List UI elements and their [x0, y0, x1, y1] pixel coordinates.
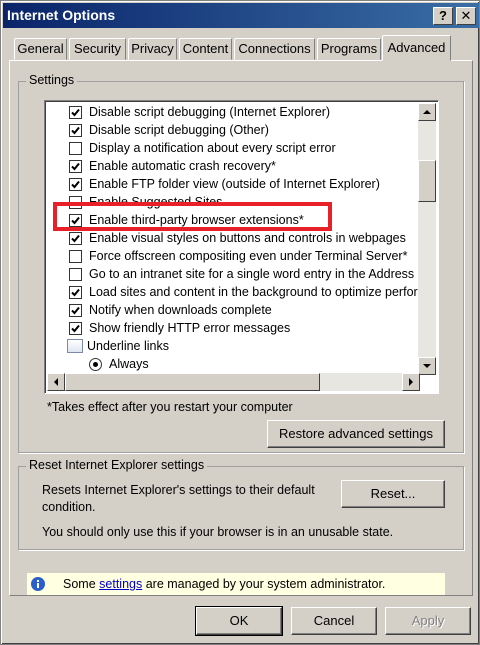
help-button[interactable]: ?: [433, 7, 453, 25]
title-bar[interactable]: Internet Options ? ✕: [3, 3, 479, 28]
info-text-before: Some: [63, 577, 100, 591]
setting-label: Enable Suggested Sites: [89, 195, 223, 209]
arrow-up-icon: [423, 110, 431, 114]
arrow-right-icon: [409, 378, 413, 386]
checkbox-icon[interactable]: [69, 268, 82, 281]
setting-label: Enable FTP folder view (outside of Inter…: [89, 177, 380, 191]
setting-label: Display a notification about every scrip…: [89, 141, 336, 155]
checked-checkbox-icon[interactable]: [69, 214, 82, 227]
setting-label: Always: [109, 357, 149, 371]
radio-selected-icon[interactable]: [89, 358, 102, 371]
cancel-button[interactable]: Cancel: [291, 607, 377, 635]
scroll-right-button[interactable]: [402, 373, 420, 391]
setting-label: Load sites and content in the background…: [89, 285, 420, 299]
horizontal-scrollbar[interactable]: [47, 373, 420, 391]
checked-checkbox-icon[interactable]: [69, 304, 82, 317]
restore-advanced-settings-button[interactable]: Restore advanced settings: [267, 420, 445, 448]
tab-connections[interactable]: Connections: [234, 38, 315, 60]
tab-general[interactable]: General: [14, 38, 67, 60]
admin-info-bar: Some settings are managed by your system…: [27, 573, 445, 595]
window-title: Internet Options: [7, 7, 116, 23]
reset-group-title: Reset Internet Explorer settings: [26, 458, 208, 472]
vertical-scrollbar[interactable]: [418, 103, 436, 375]
tab-advanced[interactable]: Advanced: [382, 35, 451, 61]
setting-label: Enable third-party browser extensions*: [89, 213, 304, 227]
checkbox-icon[interactable]: [69, 250, 82, 263]
apply-button[interactable]: Apply: [385, 607, 471, 635]
settings-group-title: Settings: [26, 73, 78, 87]
checked-checkbox-icon[interactable]: [69, 160, 82, 173]
checked-checkbox-icon[interactable]: [69, 286, 82, 299]
settings-link[interactable]: settings: [99, 577, 142, 591]
checked-checkbox-icon[interactable]: [69, 178, 82, 191]
tab-programs[interactable]: Programs: [317, 38, 381, 60]
info-icon: [31, 577, 45, 591]
info-text-after: are managed by your system administrator…: [142, 577, 386, 591]
setting-label: Show friendly HTTP error messages: [89, 321, 291, 335]
checked-checkbox-icon[interactable]: [69, 124, 82, 137]
reset-button[interactable]: Reset...: [341, 480, 445, 508]
checked-checkbox-icon[interactable]: [69, 232, 82, 245]
setting-label: Disable script debugging (Internet Explo…: [89, 105, 331, 119]
setting-label: Force offscreen compositing even under T…: [89, 249, 408, 263]
restart-note: *Takes effect after you restart your com…: [47, 400, 293, 414]
checkbox-icon[interactable]: [69, 142, 82, 155]
vertical-scroll-thumb[interactable]: [418, 160, 436, 202]
setting-label: Underline links: [87, 339, 169, 353]
setting-label: Enable automatic crash recovery*: [89, 159, 276, 173]
checkbox-icon[interactable]: [69, 196, 82, 209]
horizontal-scroll-thumb[interactable]: [65, 373, 320, 391]
reset-warning: You should only use this if your browser…: [42, 525, 394, 539]
setting-label: Disable script debugging (Other): [89, 123, 269, 137]
checked-checkbox-icon[interactable]: [69, 106, 82, 119]
close-button[interactable]: ✕: [456, 7, 476, 25]
arrow-down-icon: [423, 364, 431, 368]
setting-label: Go to an intranet site for a single word…: [89, 267, 420, 281]
info-text: Some settings are managed by your system…: [63, 573, 385, 595]
reset-description: Resets Internet Explorer's settings to t…: [42, 483, 315, 514]
scroll-left-button[interactable]: [47, 373, 65, 391]
setting-label: Notify when downloads complete: [89, 303, 272, 317]
setting-label: Enable visual styles on buttons and cont…: [89, 231, 406, 245]
scroll-up-button[interactable]: [418, 103, 436, 121]
arrow-left-icon: [54, 378, 58, 386]
tab-security[interactable]: Security: [69, 38, 126, 60]
tab-privacy[interactable]: Privacy: [128, 38, 177, 60]
ok-button[interactable]: OK: [195, 606, 283, 636]
checked-checkbox-icon[interactable]: [69, 322, 82, 335]
settings-list-items: Disable script debugging (Internet Explo…: [47, 103, 420, 375]
settings-list[interactable]: Disable script debugging (Internet Explo…: [44, 100, 439, 394]
settings-category-icon: [67, 339, 83, 353]
scroll-down-button[interactable]: [418, 357, 436, 375]
tab-content[interactable]: Content: [179, 38, 232, 60]
internet-options-window: Internet Options ? ✕ General Security Pr…: [0, 0, 480, 645]
